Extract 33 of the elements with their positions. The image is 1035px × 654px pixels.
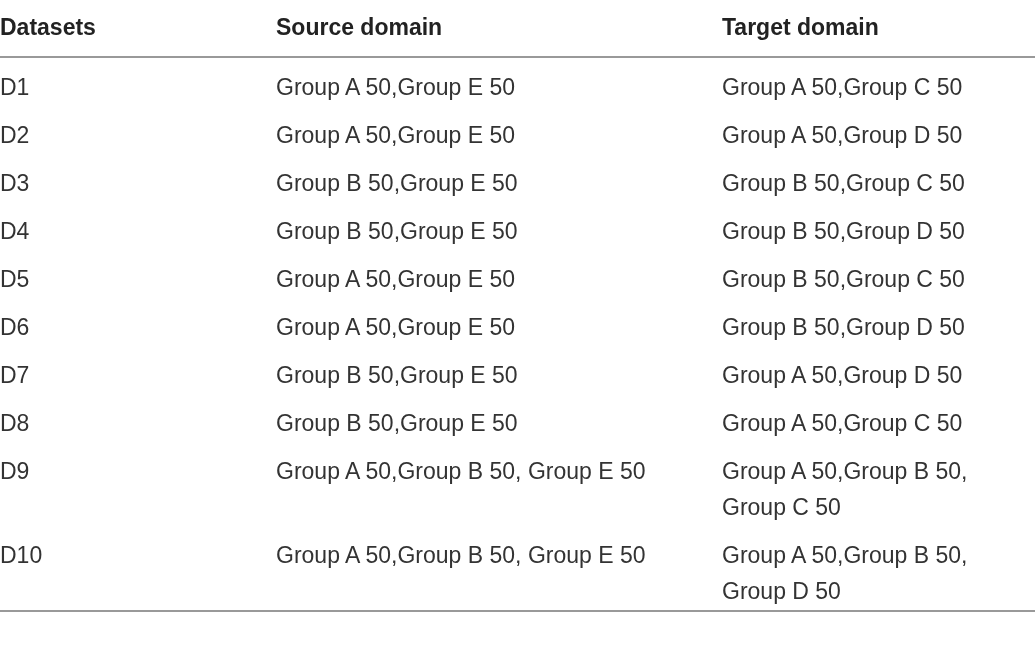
table-cell-text: D5	[0, 265, 31, 294]
table-cell-text: D6	[0, 313, 31, 342]
table-cell: Group A 50,Group E 50	[276, 57, 722, 106]
table-cell-text: Group A 50,Group B 50, Group E 50	[276, 457, 647, 486]
table-cell: D1	[0, 57, 276, 106]
table-cell-text: D4	[0, 217, 31, 246]
table-cell-text: Group A 50,Group B 50, Group C 50	[722, 457, 969, 522]
table-cell-text: Group B 50,Group C 50	[722, 169, 966, 198]
table-cell-text: Group A 50,Group D 50	[722, 121, 964, 150]
table-cell-text: Group B 50,Group E 50	[276, 169, 519, 198]
table-cell-text: Group B 50,Group E 50	[276, 409, 519, 438]
table-cell-text: Group A 50,Group E 50	[276, 313, 517, 342]
table-cell-text: D7	[0, 361, 31, 390]
table-cell-text: Group B 50,Group D 50	[722, 217, 966, 246]
table-cell-text: Group B 50,Group D 50	[722, 313, 966, 342]
table-cell-text: Group B 50,Group E 50	[276, 217, 519, 246]
table-cell-text: Group A 50,Group E 50	[276, 265, 517, 294]
table-cell-text: Group A 50,Group B 50, Group D 50	[722, 541, 969, 606]
column-header: Source domain	[276, 0, 722, 57]
table-cell-text: Group A 50,Group C 50	[722, 409, 964, 438]
table-cell-text: Group A 50,Group E 50	[276, 121, 517, 150]
table-cell: Group A 50,Group C 50	[722, 57, 1035, 106]
table-cell-text: D3	[0, 169, 31, 198]
table-cell-text: Group B 50,Group E 50	[276, 361, 519, 390]
table-cell-text: Group A 50,Group B 50, Group E 50	[276, 541, 647, 570]
column-header: Datasets	[0, 0, 276, 57]
table-cell-text: D8	[0, 409, 31, 438]
column-header: Target domain	[722, 0, 1035, 57]
table-cell-text: D9	[0, 457, 31, 486]
table-cell-text: Group B 50,Group C 50	[722, 265, 966, 294]
table-cell-text: D2	[0, 121, 31, 150]
table-cell-text: D10	[0, 541, 44, 570]
table-cell-text: Group A 50,Group D 50	[722, 361, 964, 390]
